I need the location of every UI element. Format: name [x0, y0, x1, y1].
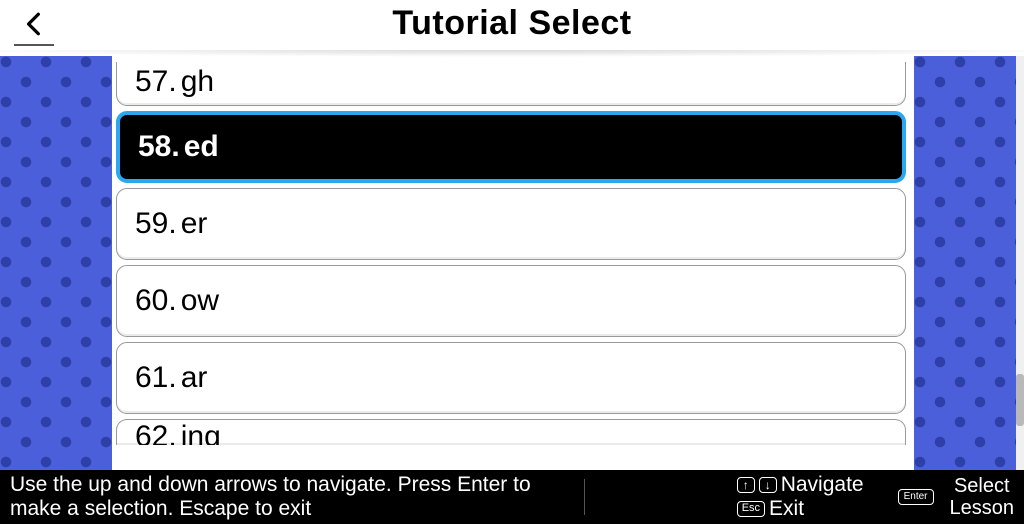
app-root: Tutorial Select 57. gh58. ed59. er60. ow…	[0, 0, 1024, 524]
back-chevron-icon	[21, 11, 47, 37]
decorative-pattern-left	[0, 56, 112, 470]
back-button[interactable]	[14, 6, 54, 46]
lesson-number: 59.	[135, 207, 177, 241]
lesson-item[interactable]: 60. ow	[116, 265, 906, 337]
lesson-label: ed	[184, 130, 219, 164]
up-arrow-keycap-icon: ↑	[737, 477, 755, 493]
lesson-item[interactable]: 61. ar	[116, 342, 906, 414]
lesson-number: 60.	[135, 284, 177, 318]
lesson-label: ow	[181, 284, 219, 318]
lesson-label: er	[181, 207, 208, 241]
lesson-number: 57.	[135, 65, 177, 99]
lesson-number: 62.	[135, 420, 177, 445]
lesson-item[interactable]: 57. gh	[116, 62, 906, 106]
lesson-label: ing	[181, 420, 221, 445]
lesson-item[interactable]: 58. ed	[116, 111, 906, 183]
lesson-label: gh	[181, 65, 214, 99]
enter-keycap-icon: Enter	[898, 489, 934, 505]
header-bar: Tutorial Select	[0, 0, 1024, 56]
footer-bar: Use the up and down arrows to navigate. …	[0, 470, 1024, 524]
content-area: 57. gh58. ed59. er60. ow61. ar62. ing	[0, 56, 1024, 470]
lesson-item[interactable]: 59. er	[116, 188, 906, 260]
lesson-number: 58.	[138, 130, 180, 164]
lesson-list[interactable]: 57. gh58. ed59. er60. ow61. ar62. ing	[116, 62, 906, 445]
exit-label: Exit	[769, 498, 804, 520]
page-title: Tutorial Select	[392, 4, 631, 43]
navigate-label: Navigate	[781, 474, 864, 496]
enter-hint: Enter	[898, 489, 934, 505]
lesson-list-wrap: 57. gh58. ed59. er60. ow61. ar62. ing	[112, 56, 914, 470]
navigate-exit-hint: ↑ ↓ Navigate Esc Exit	[737, 474, 864, 519]
select-lesson-label: Select Lesson	[944, 475, 1017, 519]
lesson-label: ar	[181, 361, 208, 395]
decorative-pattern-right	[914, 56, 1024, 470]
lesson-item[interactable]: 62. ing	[116, 419, 906, 445]
footer-divider	[584, 479, 585, 515]
scrollbar-thumb[interactable]	[1016, 374, 1024, 426]
lesson-number: 61.	[135, 361, 177, 395]
esc-keycap-icon: Esc	[737, 501, 765, 517]
down-arrow-keycap-icon: ↓	[759, 477, 777, 493]
scrollbar-track[interactable]	[1016, 56, 1024, 470]
footer-instructions: Use the up and down arrows to navigate. …	[10, 473, 570, 521]
